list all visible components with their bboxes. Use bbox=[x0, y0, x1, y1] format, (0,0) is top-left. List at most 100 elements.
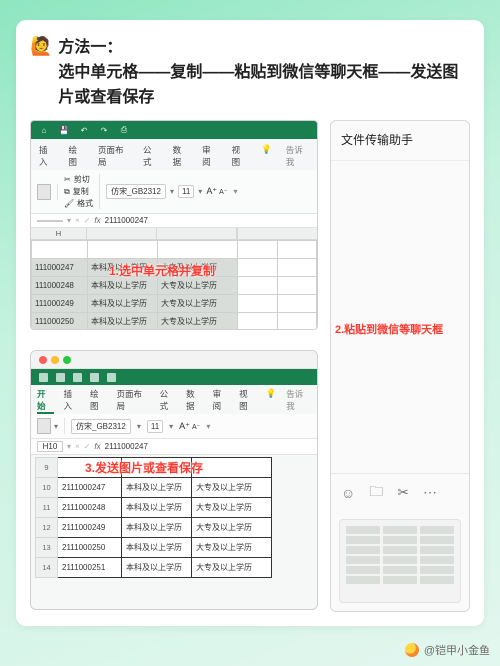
row-header[interactable]: 13 bbox=[36, 538, 58, 558]
cell[interactable] bbox=[32, 241, 88, 259]
format-label[interactable]: 格式 bbox=[77, 198, 93, 209]
cell[interactable] bbox=[58, 458, 122, 478]
minimize-icon[interactable] bbox=[51, 356, 59, 364]
font-grow-shrink[interactable]: A⁺A⁻ bbox=[206, 186, 227, 197]
wechat-body[interactable]: 2.粘贴到微信等聊天框 bbox=[331, 161, 469, 473]
excel2-ribbon-tabs: 开始 插入 绘图 页面布局 公式 数据 审阅 视图 💡 告诉我 bbox=[31, 385, 317, 414]
folder-icon[interactable]: 🗀 bbox=[369, 481, 383, 505]
qat-icon[interactable] bbox=[90, 373, 99, 382]
person-icon: 🙋 bbox=[30, 36, 52, 58]
quick-access-toolbar bbox=[31, 369, 317, 385]
tab-review[interactable]: 审阅 bbox=[213, 388, 230, 414]
name-box[interactable] bbox=[37, 220, 63, 222]
row-header[interactable]: 14 bbox=[36, 558, 58, 578]
font-name-select[interactable]: 仿宋_GB2312 bbox=[71, 419, 131, 434]
traffic-lights[interactable] bbox=[39, 356, 71, 364]
cell[interactable]: 本科及以上学历 bbox=[88, 277, 158, 295]
cell[interactable]: 2111000248 bbox=[58, 498, 122, 518]
tab-draw[interactable]: 绘图 bbox=[90, 388, 107, 414]
row-header[interactable]: 10 bbox=[36, 478, 58, 498]
tab-data[interactable]: 数据 bbox=[186, 388, 203, 414]
tab-layout[interactable]: 页面布局 bbox=[117, 388, 150, 414]
cell[interactable]: 本科及以上学历 bbox=[122, 538, 192, 558]
cell[interactable]: 111000250 bbox=[32, 313, 88, 331]
formula-value[interactable]: 2111000247 bbox=[105, 216, 148, 225]
excel1-col-headers: H bbox=[31, 228, 317, 240]
qat-icon[interactable] bbox=[107, 373, 116, 382]
cell[interactable]: 2111000247 bbox=[58, 478, 122, 498]
tell-me[interactable]: 告诉我 bbox=[286, 388, 311, 414]
row-header[interactable]: 12 bbox=[36, 518, 58, 538]
font-size-select[interactable]: 11 bbox=[147, 420, 163, 433]
cell[interactable]: 111000248 bbox=[32, 277, 88, 295]
tab-layout[interactable]: 页面布局 bbox=[96, 142, 131, 170]
tab-insert[interactable]: 插入 bbox=[64, 388, 81, 414]
tab-insert[interactable]: 插入 bbox=[37, 142, 57, 170]
wechat-title: 文件传输助手 bbox=[331, 121, 469, 161]
formula-value[interactable]: 2111000247 bbox=[105, 442, 148, 451]
watermark-logo-icon bbox=[405, 643, 419, 657]
cell[interactable]: 大专及以上学历 bbox=[158, 313, 238, 331]
paste-button[interactable] bbox=[37, 184, 58, 200]
cell[interactable] bbox=[88, 241, 158, 259]
font-name-select[interactable]: 仿宋_GB2312 bbox=[106, 184, 166, 199]
cell[interactable]: 大专及以上学历 bbox=[192, 518, 272, 538]
cell[interactable] bbox=[122, 458, 192, 478]
copy-label[interactable]: 复制 bbox=[73, 186, 89, 197]
tab-view[interactable]: 视图 bbox=[230, 142, 250, 170]
heading-text: 方法一： 选中单元格——复制——粘贴到微信等聊天框——发送图片或查看保存 bbox=[58, 36, 470, 110]
qat-icon[interactable] bbox=[39, 373, 48, 382]
tab-view[interactable]: 视图 bbox=[239, 388, 256, 414]
cell[interactable]: 本科及以上学历 bbox=[88, 259, 158, 277]
cell[interactable]: 大专及以上学历 bbox=[192, 558, 272, 578]
chevron-down-icon[interactable]: ▾ bbox=[233, 187, 237, 196]
clipboard-icon[interactable] bbox=[37, 418, 51, 434]
tab-formula[interactable]: 公式 bbox=[141, 142, 161, 170]
excel2-grid[interactable]: 9102111000247本科及以上学历大专及以上学历112111000248本… bbox=[31, 455, 317, 578]
tab-data[interactable]: 数据 bbox=[171, 142, 191, 170]
cell[interactable]: 大专及以上学历 bbox=[192, 538, 272, 558]
cell[interactable]: 大专及以上学历 bbox=[158, 277, 238, 295]
cell[interactable] bbox=[192, 458, 272, 478]
home-icon: ⌂ bbox=[39, 125, 49, 135]
font-size-select[interactable]: 11 bbox=[178, 185, 194, 198]
emoji-icon[interactable]: ☺ bbox=[341, 485, 355, 501]
close-icon[interactable] bbox=[39, 356, 47, 364]
more-icon[interactable]: ⋯ bbox=[423, 484, 437, 501]
col-header-h[interactable]: H bbox=[31, 228, 87, 239]
tab-review[interactable]: 审阅 bbox=[200, 142, 220, 170]
font-grow-shrink[interactable]: A⁺A⁻ bbox=[179, 421, 200, 432]
cell[interactable]: 大专及以上学历 bbox=[192, 498, 272, 518]
wechat-pasted-preview[interactable] bbox=[339, 519, 461, 603]
tell-me[interactable]: 告诉我 bbox=[284, 142, 311, 170]
scissors-icon[interactable]: ✂ bbox=[397, 484, 409, 501]
cell[interactable]: 本科及以上学历 bbox=[122, 558, 192, 578]
cell[interactable]: 大专及以上学历 bbox=[158, 259, 238, 277]
cell[interactable]: 本科及以上学历 bbox=[88, 313, 158, 331]
row-header[interactable]: 11 bbox=[36, 498, 58, 518]
tab-home[interactable]: 开始 bbox=[37, 388, 54, 414]
excel1-grid[interactable]: 111000247本科及以上学历大专及以上学历111000248本科及以上学历大… bbox=[31, 240, 317, 330]
tab-draw[interactable]: 绘图 bbox=[67, 142, 87, 170]
cell[interactable]: 111000247 bbox=[32, 259, 88, 277]
brush-icon: 🖌 bbox=[64, 199, 74, 208]
cell[interactable]: 大专及以上学历 bbox=[158, 295, 238, 313]
cell[interactable] bbox=[158, 241, 238, 259]
cell[interactable]: 2111000251 bbox=[58, 558, 122, 578]
qat-icon[interactable] bbox=[56, 373, 65, 382]
cell[interactable]: 本科及以上学历 bbox=[122, 478, 192, 498]
qat-icon[interactable] bbox=[73, 373, 82, 382]
row-header[interactable]: 9 bbox=[36, 458, 58, 478]
chevron-down-icon[interactable]: ▾ bbox=[206, 422, 210, 431]
cell[interactable]: 2111000250 bbox=[58, 538, 122, 558]
cell[interactable]: 111000249 bbox=[32, 295, 88, 313]
cell[interactable]: 大专及以上学历 bbox=[192, 478, 272, 498]
cell[interactable]: 本科及以上学历 bbox=[122, 518, 192, 538]
name-box[interactable]: H10 bbox=[37, 441, 63, 452]
cell[interactable]: 本科及以上学历 bbox=[122, 498, 192, 518]
cell[interactable]: 2111000249 bbox=[58, 518, 122, 538]
cell[interactable]: 本科及以上学历 bbox=[88, 295, 158, 313]
maximize-icon[interactable] bbox=[63, 356, 71, 364]
tab-formula[interactable]: 公式 bbox=[160, 388, 177, 414]
cut-label[interactable]: 剪切 bbox=[74, 174, 90, 185]
